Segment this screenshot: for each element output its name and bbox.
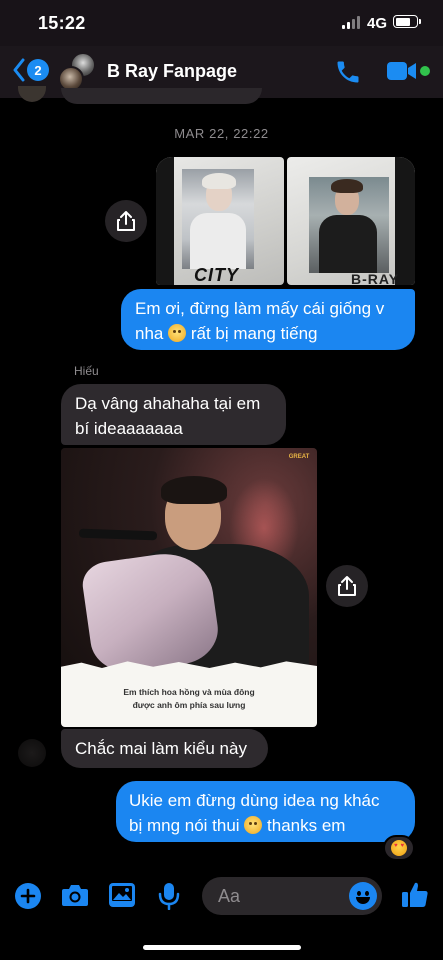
plus-circle-icon: [15, 883, 41, 909]
signal-icon: [342, 16, 360, 29]
gallery-button[interactable]: [108, 882, 136, 913]
chevron-left-icon: [13, 58, 25, 82]
incoming-message[interactable]: Dạ vâng ahahaha tại em bí ideaaaaaaa: [61, 384, 286, 445]
message-text: Dạ vâng ahahaha tại em: [75, 394, 261, 413]
video-call-button[interactable]: [386, 60, 418, 87]
avatar[interactable]: [18, 739, 46, 767]
grinning-sweat-emoji-icon: [168, 324, 187, 342]
share-icon: [338, 576, 356, 596]
poster-text: B-RAY: [351, 271, 400, 285]
group-avatar[interactable]: [58, 52, 98, 92]
reaction-badge[interactable]: [383, 835, 415, 861]
heart-eyes-emoji-icon: [391, 840, 407, 856]
status-bar: 15:22 4G: [0, 0, 443, 46]
message-text: nha: [135, 324, 164, 343]
share-button[interactable]: [105, 200, 147, 242]
network-type: 4G: [367, 15, 388, 32]
phone-call-button[interactable]: [334, 58, 362, 91]
unread-count-badge: 2: [27, 59, 49, 81]
microphone-icon: [158, 883, 180, 911]
poster-text: CITY: [194, 265, 240, 285]
share-icon: [117, 211, 135, 231]
incoming-message[interactable]: Chắc mai làm kiểu này: [61, 729, 268, 768]
online-status-dot: [420, 66, 430, 76]
shared-photo-1[interactable]: CITY: [156, 157, 284, 285]
message-text: thanks em: [267, 816, 346, 835]
camera-button[interactable]: [61, 882, 89, 913]
share-button[interactable]: [326, 565, 368, 607]
outgoing-message[interactable]: Em ơi, đừng làm mấy cái giống v nha rất …: [121, 289, 415, 350]
photo-caption: Em thích hoa hồng và mùa đông được anh ô…: [123, 687, 255, 710]
phone-icon: [337, 61, 359, 83]
status-time: 15:22: [38, 13, 86, 33]
chat-title[interactable]: B Ray Fanpage: [107, 61, 237, 82]
message-text: Em ơi, đừng làm mấy cái giống v: [135, 299, 385, 318]
message-text: Chắc mai làm kiểu này: [75, 739, 247, 758]
video-camera-icon: [387, 62, 416, 80]
image-icon: [109, 883, 135, 907]
home-indicator: [143, 945, 301, 950]
outgoing-message[interactable]: Ukie em đừng dùng idea ng khác bị mng nó…: [116, 781, 415, 842]
message-input-placeholder: Aa: [218, 886, 241, 906]
battery-icon: [393, 15, 421, 28]
avatar: [18, 86, 46, 102]
shared-photo-3[interactable]: GREAT Em thích hoa hồng và mùa đông được…: [61, 448, 317, 727]
timestamp-divider: MAR 22, 22:22: [174, 126, 269, 141]
voice-message-button[interactable]: [158, 882, 180, 915]
back-button[interactable]: 2: [12, 58, 49, 82]
camera-icon: [62, 885, 88, 906]
message-bubble-partial[interactable]: [61, 88, 262, 104]
sender-name: Hiếu: [74, 364, 99, 378]
message-text: bị mng nói thui: [129, 816, 240, 835]
emoji-button[interactable]: [349, 882, 377, 910]
like-button[interactable]: [400, 880, 430, 915]
message-text: Ukie em đừng dùng idea ng khác: [129, 791, 380, 810]
thumbs-up-icon: [402, 882, 428, 907]
photo-logo: GREAT: [288, 454, 310, 460]
shared-photo-2[interactable]: B-RAY: [287, 157, 415, 285]
message-text: bí ideaaaaaaa: [75, 419, 183, 438]
grinning-sweat-emoji-icon: [244, 816, 263, 834]
more-actions-button[interactable]: [14, 882, 42, 915]
message-text: rất bị mang tiếng: [190, 324, 318, 343]
